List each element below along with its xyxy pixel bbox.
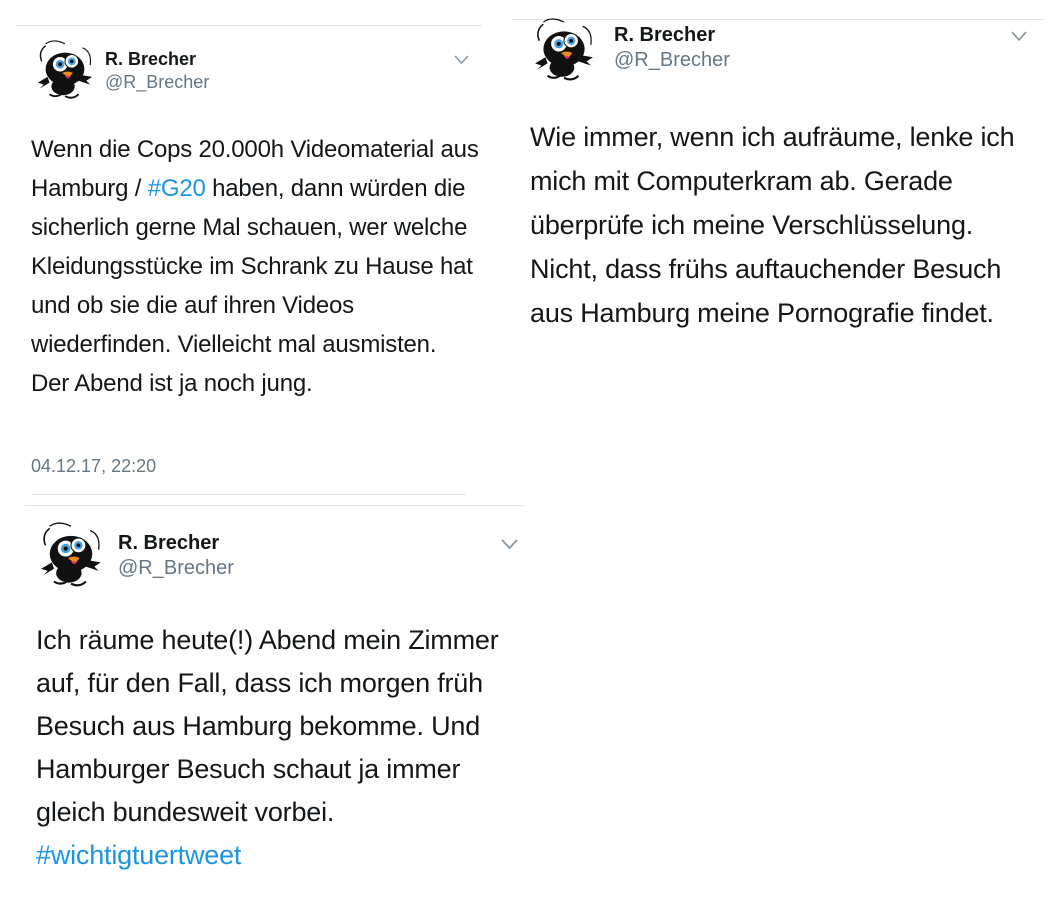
author-handle[interactable]: @R_Brecher xyxy=(105,72,209,93)
author-handle[interactable]: @R_Brecher xyxy=(614,49,730,72)
tweet-card[interactable]: R. Brecher @R_Brecher Wie immer, wenn ic… xyxy=(512,0,1053,400)
tweet-text-part: Ich räume heute(!) Abend mein Zimmer auf… xyxy=(36,625,499,827)
chevron-down-icon[interactable] xyxy=(501,539,518,550)
tweet-timestamp[interactable]: 04.12.17, 22:20 xyxy=(31,456,156,477)
tweet-card[interactable]: R. Brecher @R_Brecher Ich räume heute(!)… xyxy=(0,505,540,923)
author-handle[interactable]: @R_Brecher xyxy=(118,557,234,580)
tweet-text: Wenn die Cops 20.000h Videomaterial aus … xyxy=(31,130,479,403)
chevron-down-icon[interactable] xyxy=(454,55,469,65)
tweet-card[interactable]: R. Brecher @R_Brecher Wenn die Cops 20.0… xyxy=(0,0,490,500)
hashtag-link[interactable]: #G20 xyxy=(148,175,206,202)
avatar[interactable] xyxy=(38,522,104,590)
author-name[interactable]: R. Brecher xyxy=(105,49,196,70)
tweet-text: Wie immer, wenn ich aufräume, lenke ich … xyxy=(530,122,1015,328)
author-name[interactable]: R. Brecher xyxy=(118,532,219,555)
chevron-down-icon[interactable] xyxy=(1011,31,1027,42)
tweet-bottom-divider xyxy=(31,494,466,495)
hashtag-link[interactable]: #wichtigtuertweet xyxy=(36,834,526,877)
avatar[interactable] xyxy=(532,18,596,84)
avatar[interactable] xyxy=(34,40,96,102)
author-name[interactable]: R. Brecher xyxy=(614,24,715,47)
tweet-text-part: haben, dann würden die sicherlich gerne … xyxy=(31,175,473,397)
tweet-text: Ich räume heute(!) Abend mein Zimmer auf… xyxy=(36,619,526,877)
